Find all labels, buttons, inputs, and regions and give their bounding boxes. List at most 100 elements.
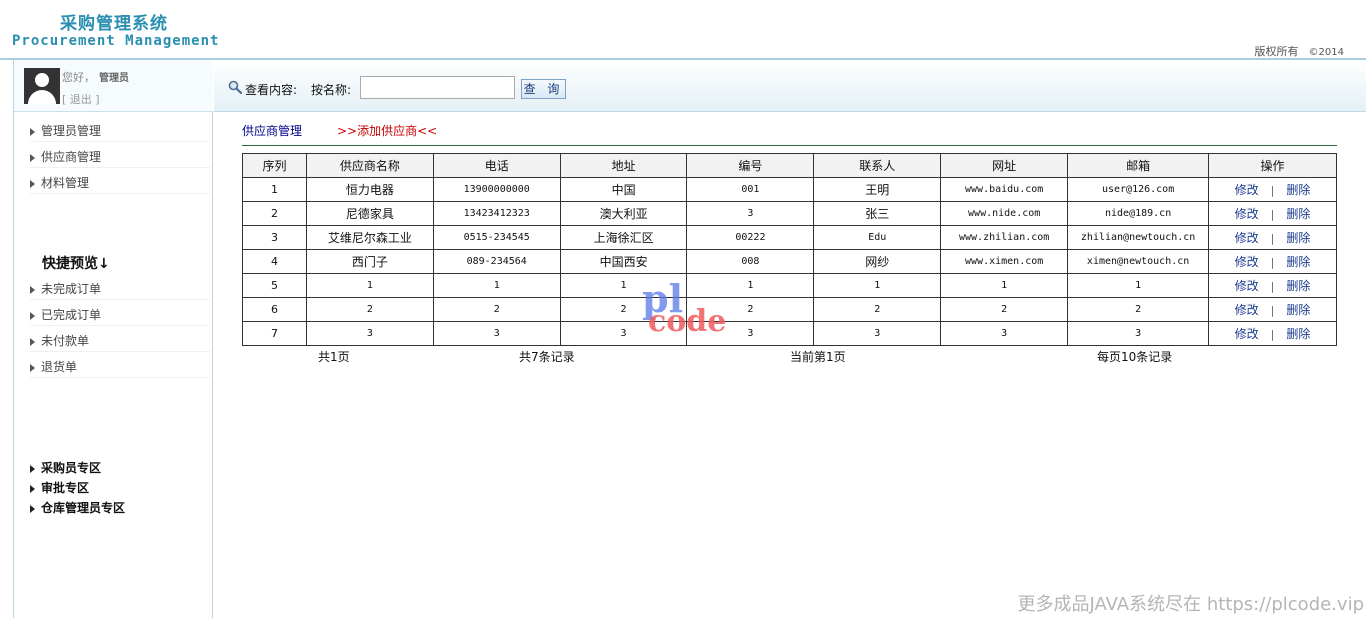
app-title-en: Procurement Management	[12, 33, 220, 49]
delete-link[interactable]: 删除	[1286, 207, 1310, 221]
cell-address: 澳大利亚	[559, 201, 688, 226]
sidebar-item-admin-management[interactable]: 管理员管理	[30, 122, 210, 142]
sidebar-item-returns[interactable]: 退货单	[30, 358, 210, 378]
cell-code: 2	[686, 297, 815, 322]
column-header: 供应商名称	[305, 153, 434, 178]
caret-right-icon	[30, 337, 35, 346]
delete-link[interactable]: 删除	[1286, 279, 1310, 293]
delete-link[interactable]: 删除	[1286, 255, 1310, 269]
edit-link[interactable]: 修改	[1235, 255, 1259, 269]
cell-code: 00222	[686, 225, 815, 250]
column-header: 邮箱	[1067, 153, 1210, 178]
action-separator: |	[1270, 304, 1275, 317]
cell-phone: 0515-234545	[432, 225, 561, 250]
sidebar-zone-warehouse[interactable]: 仓库管理员专区	[30, 499, 125, 516]
user-panel: 您好， 管理员 [ 退出 ]	[14, 60, 213, 112]
cell-email: zhilian@newtouch.cn	[1067, 225, 1210, 250]
edit-link[interactable]: 修改	[1235, 183, 1259, 197]
table-row: 2 尼德家具 13423412323 澳大利亚 3 张三 www.nide.co…	[242, 201, 1337, 226]
cell-index: 1	[242, 177, 307, 202]
delete-link[interactable]: 删除	[1286, 183, 1310, 197]
caret-right-icon	[30, 179, 35, 188]
user-greeting: 您好， 管理员	[62, 69, 129, 85]
pager-per-page: 每页10条记录	[1097, 350, 1173, 364]
cell-contact: 3	[813, 321, 942, 346]
edit-link[interactable]: 修改	[1235, 303, 1259, 317]
cell-index: 2	[242, 201, 307, 226]
edit-link[interactable]: 修改	[1235, 279, 1259, 293]
caret-right-icon	[30, 464, 35, 473]
add-supplier-link[interactable]: >>添加供应商<<	[337, 122, 437, 139]
delete-link[interactable]: 删除	[1286, 231, 1310, 245]
column-header: 序列	[242, 153, 307, 178]
cell-phone: 13423412323	[432, 201, 561, 226]
cell-contact: 2	[813, 297, 942, 322]
action-separator: |	[1270, 184, 1275, 197]
delete-link[interactable]: 删除	[1286, 303, 1310, 317]
sidebar-zone-approval[interactable]: 审批专区	[30, 479, 89, 496]
copyright-text: 版权所有	[1254, 45, 1299, 58]
sidebar-item-label: 未付款单	[41, 334, 90, 348]
cell-actions: 修改 | 删除	[1208, 273, 1337, 298]
sidebar-item-incomplete-orders[interactable]: 未完成订单	[30, 280, 210, 300]
cell-actions: 修改 | 删除	[1208, 201, 1337, 226]
cell-email: nide@189.cn	[1067, 201, 1210, 226]
app-header: 采购管理系统 Procurement Management 版权所有 ©2014	[0, 0, 1366, 60]
logout-link[interactable]: [ 退出 ]	[62, 91, 100, 107]
sidebar-item-label: 退货单	[41, 360, 78, 374]
pager-current-page: 当前第1页	[790, 350, 846, 364]
column-header: 编号	[686, 153, 815, 178]
cell-contact: 1	[813, 273, 942, 298]
cell-index: 7	[242, 321, 307, 346]
cell-supplier-name: 恒力电器	[305, 177, 434, 202]
sidebar-item-completed-orders[interactable]: 已完成订单	[30, 306, 210, 326]
caret-right-icon	[30, 363, 35, 372]
cell-supplier-name: 尼德家具	[305, 201, 434, 226]
cell-actions: 修改 | 删除	[1208, 249, 1337, 274]
cell-address: 中国	[559, 177, 688, 202]
delete-link[interactable]: 删除	[1286, 327, 1310, 341]
copyright-year: ©2014	[1308, 47, 1344, 58]
sidebar-item-label: 已完成订单	[41, 308, 102, 322]
action-separator: |	[1270, 256, 1275, 269]
column-header: 操作	[1208, 153, 1337, 178]
cell-website: www.baidu.com	[940, 177, 1069, 202]
cell-phone: 13900000000	[432, 177, 561, 202]
sidebar-zone-purchaser[interactable]: 采购员专区	[30, 459, 101, 476]
magnifier-icon	[228, 80, 242, 94]
action-separator: |	[1270, 280, 1275, 293]
sidebar-item-unpaid-orders[interactable]: 未付款单	[30, 332, 210, 352]
cell-actions: 修改 | 删除	[1208, 225, 1337, 250]
cell-address: 3	[559, 321, 688, 346]
app-title-cn: 采购管理系统	[60, 14, 168, 34]
cell-contact: 王明	[813, 177, 942, 202]
search-field-label: 按名称:	[311, 83, 352, 97]
edit-link[interactable]: 修改	[1235, 231, 1259, 245]
search-input[interactable]	[360, 76, 515, 99]
cell-supplier-name: 3	[305, 321, 434, 346]
table-row: 3 艾维尼尔森工业 0515-234545 上海徐汇区 00222 Edu ww…	[242, 225, 1337, 250]
cell-email: 3	[1067, 321, 1210, 346]
cell-code: 001	[686, 177, 815, 202]
sidebar-item-label: 材料管理	[41, 176, 90, 190]
greeting-text: 您好，	[62, 71, 95, 84]
sidebar-item-label: 未完成订单	[41, 282, 102, 296]
table-row: 6 2 2 2 2 2 2 2 修改 | 删除	[242, 297, 1337, 322]
sidebar-item-material-management[interactable]: 材料管理	[30, 174, 210, 194]
search-button[interactable]: 查 询	[521, 79, 566, 99]
sidebar-item-supplier-management[interactable]: 供应商管理	[30, 148, 210, 168]
edit-link[interactable]: 修改	[1235, 327, 1259, 341]
action-separator: |	[1270, 328, 1275, 341]
edit-link[interactable]: 修改	[1235, 207, 1259, 221]
caret-right-icon	[30, 311, 35, 320]
cell-phone: 089-234564	[432, 249, 561, 274]
cell-phone: 3	[432, 321, 561, 346]
cell-code: 3	[686, 321, 815, 346]
search-bar: 查看内容: 按名称: 查 询	[214, 60, 1366, 112]
cell-website: www.ximen.com	[940, 249, 1069, 274]
cell-phone: 1	[432, 273, 561, 298]
breadcrumb: 供应商管理	[242, 124, 303, 138]
cell-actions: 修改 | 删除	[1208, 177, 1337, 202]
cell-address: 1	[559, 273, 688, 298]
user-role: 管理员	[99, 73, 129, 84]
